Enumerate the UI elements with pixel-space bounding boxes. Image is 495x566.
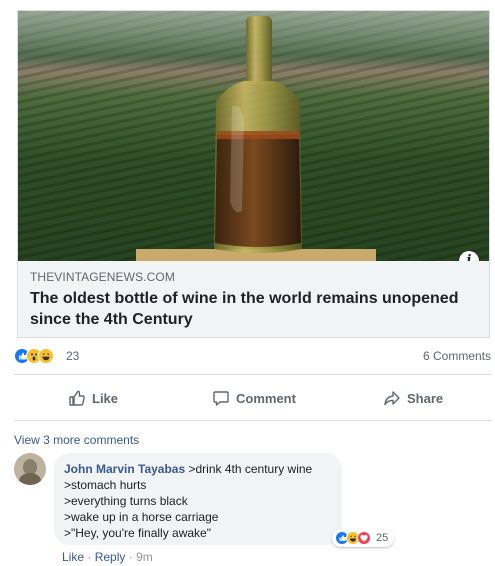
comment-reaction-count: 25 <box>376 532 389 544</box>
speech-bubble-icon <box>213 391 229 406</box>
link-domain: THEVINTAGENEWS.COM <box>30 270 175 284</box>
view-more-comments-link[interactable]: View 3 more comments <box>14 433 139 447</box>
comment-line: >wake up in a horse carriage <box>64 510 219 524</box>
share-arrow-icon <box>384 391 400 406</box>
comment-author[interactable]: John Marvin Tayabas <box>64 462 185 476</box>
wine-bottle-image <box>214 16 302 253</box>
haha-reaction-icon <box>38 348 54 364</box>
divider <box>14 374 492 375</box>
comment-button[interactable]: Comment <box>212 381 296 415</box>
link-headline[interactable]: The oldest bottle of wine in the world r… <box>30 288 478 330</box>
comments-count[interactable]: 6 Comments <box>423 349 491 363</box>
meta-separator: · <box>87 550 92 564</box>
comment-line: >drink 4th century wine <box>188 462 313 476</box>
share-label: Share <box>407 390 444 406</box>
meta-separator: · <box>128 550 133 564</box>
comment-reactions[interactable]: 25 <box>332 529 395 547</box>
facebook-post: i THEVINTAGENEWS.COM The oldest bottle o… <box>0 0 495 566</box>
article-photo[interactable]: i <box>18 11 489 261</box>
comment-reply-link[interactable]: Reply <box>95 550 126 564</box>
comment-meta: Like · Reply · 9m <box>62 550 153 564</box>
comment-bubble: John Marvin Tayabas >drink 4th century w… <box>54 453 342 545</box>
reaction-summary: 23 6 Comments <box>14 346 492 368</box>
link-preview-card[interactable]: i THEVINTAGENEWS.COM The oldest bottle o… <box>17 10 490 338</box>
action-bar: Like Comment Share <box>14 381 492 415</box>
comment-line: >"Hey, you're finally awake" <box>64 526 211 540</box>
share-button[interactable]: Share <box>383 381 443 415</box>
love-reaction-icon <box>357 531 371 545</box>
like-label: Like <box>92 390 119 406</box>
avatar-body <box>19 473 41 485</box>
like-button[interactable]: Like <box>68 381 118 415</box>
comment-line: >stomach hurts <box>64 478 147 492</box>
divider <box>14 420 492 421</box>
comment-like-link[interactable]: Like <box>62 550 84 564</box>
comment-line: >everything turns black <box>64 494 188 508</box>
thumbs-up-icon <box>69 390 85 406</box>
reaction-count[interactable]: 23 <box>66 349 79 363</box>
comment-label: Comment <box>236 390 296 406</box>
avatar[interactable] <box>14 453 46 485</box>
comment-timestamp[interactable]: 9m <box>136 550 153 564</box>
comment-first-line: John Marvin Tayabas >drink 4th century w… <box>64 461 330 477</box>
